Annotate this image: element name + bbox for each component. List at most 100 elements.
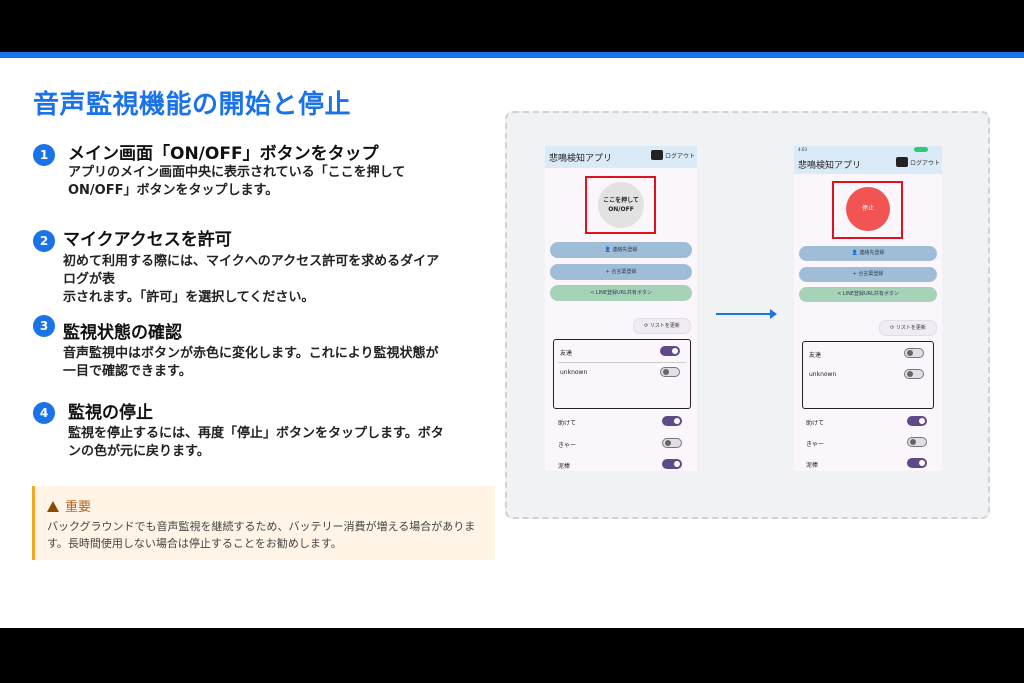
keyword-name: 助けて xyxy=(558,420,577,427)
phone-screenshot-after: 4:03 悲鳴検知アプリ ログアウト 停止 👤 連絡先登録 + 合言葉登録 < … xyxy=(794,146,942,471)
step-desc-3-line: 一目で確認できます。 xyxy=(63,364,192,379)
on-off-label-1: ここを押して xyxy=(603,197,639,204)
step-title-2: マイクアクセスを許可 xyxy=(63,230,232,250)
line-share-label: LINE登録URL共有ボタン xyxy=(595,290,652,296)
app-header: 悲鳴検知アプリ ログアウト xyxy=(794,154,942,174)
status-bar: 4:03 xyxy=(794,146,942,154)
contact-register-label: 連絡先登録 xyxy=(859,250,885,256)
slide: 音声監視機能の開始と停止 1 メイン画面「ON/OFF」ボタンをタップ アプリの… xyxy=(0,52,1024,628)
keyword-name: 助けて xyxy=(806,420,825,427)
keyword-register-label: 合言葉登録 xyxy=(858,271,884,277)
keyword-toggle[interactable] xyxy=(907,437,927,447)
app-header: 悲鳴検知アプリ ログアウト xyxy=(545,146,697,168)
app-title: 悲鳴検知アプリ xyxy=(798,161,862,171)
divider xyxy=(558,362,686,363)
page-title: 音声監視機能の開始と停止 xyxy=(33,90,352,120)
keyword-register-label: 合言葉登録 xyxy=(611,269,637,275)
step-title-4: 監視の停止 xyxy=(68,403,153,423)
step-desc-4-line: 監視を停止するには、再度「停止」ボタンをタップします。ボタ xyxy=(68,426,444,441)
refresh-label: リストを更新 xyxy=(895,325,926,331)
contact-toggle[interactable] xyxy=(660,367,680,377)
contact-register-label: 連絡先登録 xyxy=(612,247,638,253)
step-desc-1: アプリのメイン画面中央に表示されている「ここを押して ON/OFF」ボタンをタッ… xyxy=(68,164,488,200)
toggle-knob xyxy=(665,440,671,446)
contact-toggle[interactable] xyxy=(904,369,924,379)
toggle-knob xyxy=(907,350,913,356)
step-title-3: 監視状態の確認 xyxy=(63,323,182,343)
warning-icon xyxy=(47,501,59,512)
stop-label: 停止 xyxy=(861,205,874,212)
step-desc-3: 音声監視中はボタンが赤色に変化します。これにより監視状態が 一目で確認できます。 xyxy=(63,345,483,381)
keyword-toggle[interactable] xyxy=(907,458,927,468)
note-body-line: バックグラウンドでも音声監視を継続するため、バッテリー消費が増える場合がありま xyxy=(47,520,476,533)
keyword-name: 泥棒 xyxy=(558,463,571,470)
app-title: 悲鳴検知アプリ xyxy=(549,154,613,164)
step-desc-2-line: ログが表 xyxy=(63,272,116,287)
keyword-toggle[interactable] xyxy=(662,459,682,469)
top-accent-bar xyxy=(0,52,1024,58)
step-desc-2: 初めて利用する際には、マイクへのアクセス許可を求めるダイア ログが表 示されます… xyxy=(63,253,483,307)
keyword-toggle[interactable] xyxy=(662,438,682,448)
step-number-1: 1 xyxy=(33,144,55,166)
contact-name: unknown xyxy=(560,369,588,376)
refresh-list-button[interactable]: ⟳ リストを更新 xyxy=(633,318,691,334)
logout-label: ログアウト xyxy=(909,159,940,167)
contact-toggle[interactable] xyxy=(660,346,680,356)
contacts-list: 友達 unknown xyxy=(553,339,691,409)
step-desc-4: 監視を停止するには、再度「停止」ボタンをタップします。ボタ ンの色が元に戻ります… xyxy=(68,425,488,461)
logout-button[interactable]: ログアウト xyxy=(895,157,940,167)
toggle-knob xyxy=(919,418,925,424)
keyword-register-button[interactable]: + 合言葉登録 xyxy=(799,267,937,282)
refresh-list-button[interactable]: ⟳ リストを更新 xyxy=(879,320,937,336)
step-number-3: 3 xyxy=(33,315,55,337)
line-share-button[interactable]: < LINE登録URL共有ボタン xyxy=(799,287,937,302)
step-desc-1-line: ON/OFF」ボタンをタップします。 xyxy=(68,183,279,198)
keyword-name: きゃー xyxy=(806,441,825,448)
keyword-toggle[interactable] xyxy=(662,416,682,426)
toggle-knob xyxy=(674,418,680,424)
refresh-label: リストを更新 xyxy=(649,323,680,329)
on-off-button[interactable]: ここを押して ON/OFF xyxy=(598,182,644,228)
on-off-label-2: ON/OFF xyxy=(608,206,634,213)
note-heading: 重要 xyxy=(47,496,91,515)
contact-register-button[interactable]: 👤 連絡先登録 xyxy=(799,246,937,261)
logout-button[interactable]: ログアウト xyxy=(650,150,695,160)
step-desc-3-line: 音声監視中はボタンが赤色に変化します。これにより監視状態が xyxy=(63,346,439,361)
step-number-2: 2 xyxy=(33,230,55,252)
step-title-1: メイン画面「ON/OFF」ボタンをタップ xyxy=(68,144,379,164)
contact-toggle[interactable] xyxy=(904,348,924,358)
keyword-toggle[interactable] xyxy=(907,416,927,426)
toggle-knob xyxy=(663,369,669,375)
toggle-knob xyxy=(674,461,680,467)
contact-name: 友達 xyxy=(809,352,822,359)
keyword-name: きゃー xyxy=(558,442,577,449)
toggle-knob xyxy=(907,371,913,377)
toggle-knob xyxy=(919,460,925,466)
note-heading-text: 重要 xyxy=(65,500,92,515)
step-desc-2-line: 示されます。「許可」を選択してください。 xyxy=(63,290,315,305)
important-note: 重要 バックグラウンドでも音声監視を継続するため、バッテリー消費が増える場合があ… xyxy=(32,486,495,560)
step-desc-1-line: アプリのメイン画面中央に表示されている「ここを押して xyxy=(68,165,406,180)
stop-button[interactable]: 停止 xyxy=(846,187,890,231)
step-desc-4-line: ンの色が元に戻ります。 xyxy=(68,444,210,459)
status-time: 4:03 xyxy=(798,147,807,152)
line-share-button[interactable]: < LINE登録URL共有ボタン xyxy=(550,285,692,301)
logout-icon xyxy=(650,150,663,160)
logout-label: ログアウト xyxy=(664,152,695,160)
arrow-line xyxy=(716,313,772,315)
note-body: バックグラウンドでも音声監視を継続するため、バッテリー消費が増える場合がありま … xyxy=(47,518,487,552)
mic-active-indicator xyxy=(914,147,928,152)
contact-name: unknown xyxy=(809,371,837,378)
note-body-line: す。長時間使用しない場合は停止することをお勧めします。 xyxy=(47,537,342,550)
contacts-list: 友達 unknown xyxy=(802,341,934,409)
logout-icon xyxy=(895,157,908,167)
toggle-knob xyxy=(910,439,916,445)
toggle-knob xyxy=(672,348,678,354)
phone-screenshot-before: 悲鳴検知アプリ ログアウト ここを押して ON/OFF 👤 連絡先登録 + 合言… xyxy=(545,146,697,471)
arrow-right-icon xyxy=(770,309,777,319)
step-desc-2-line: 初めて利用する際には、マイクへのアクセス許可を求めるダイア xyxy=(63,254,440,269)
contact-register-button[interactable]: 👤 連絡先登録 xyxy=(550,242,692,258)
step-number-4: 4 xyxy=(33,402,55,424)
keyword-name: 泥棒 xyxy=(806,462,819,469)
keyword-register-button[interactable]: + 合言葉登録 xyxy=(550,264,692,280)
